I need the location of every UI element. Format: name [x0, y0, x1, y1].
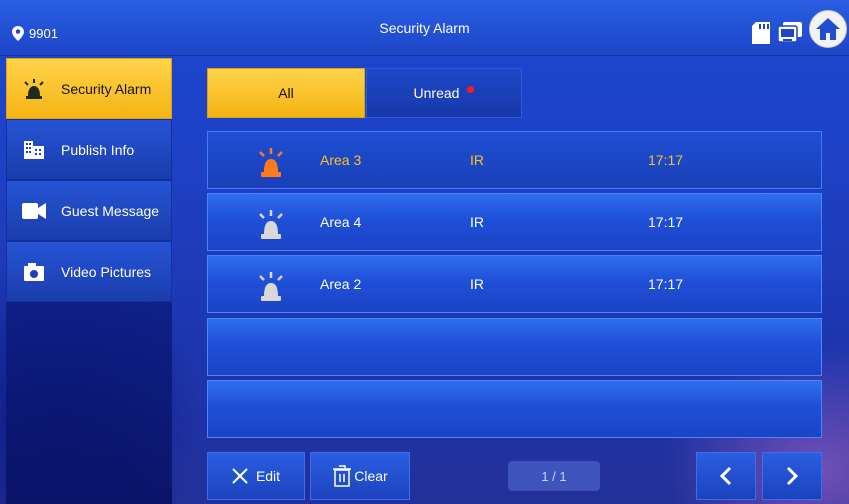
- sidebar: Security Alarm Publish Info Guest Messag…: [6, 58, 172, 302]
- alarm-type: IR: [470, 214, 484, 230]
- home-button[interactable]: [809, 10, 847, 48]
- sd-card-icon: [752, 22, 770, 44]
- empty-row: [207, 318, 822, 376]
- top-bar: 9901 Security Alarm: [0, 0, 849, 56]
- edit-button[interactable]: Edit: [207, 452, 305, 500]
- sidebar-item-video-pictures[interactable]: Video Pictures: [6, 241, 172, 302]
- tab-unread[interactable]: Unread: [366, 68, 522, 118]
- next-page-button[interactable]: [762, 452, 822, 500]
- alarm-row[interactable]: Area 2 IR 17:17: [207, 255, 822, 313]
- sidebar-item-label: Publish Info: [61, 141, 135, 158]
- alarm-row[interactable]: Area 3 IR 17:17: [207, 131, 822, 189]
- alarm-area: Area 3: [320, 152, 362, 168]
- sidebar-item-publish-info[interactable]: Publish Info: [6, 119, 172, 180]
- sidebar-item-label: Video Pictures: [61, 263, 152, 280]
- trash-icon: [333, 465, 352, 487]
- alarm-area: Area 4: [320, 214, 362, 230]
- chevron-right-icon: [786, 466, 799, 486]
- sidebar-empty-area: [6, 302, 172, 504]
- empty-row: [207, 380, 822, 438]
- close-icon: [232, 468, 248, 484]
- alarm-time: 17:17: [648, 276, 684, 292]
- alarm-row[interactable]: Area 4 IR 17:17: [207, 193, 822, 251]
- clear-label: Clear: [354, 468, 388, 484]
- alarm-light-icon: [21, 78, 47, 99]
- home-icon: [816, 18, 840, 40]
- sidebar-item-security-alarm[interactable]: Security Alarm: [6, 58, 172, 119]
- tab-unread-label: Unread: [413, 85, 460, 101]
- alarm-type: IR: [470, 152, 484, 168]
- alarm-light-icon: [259, 148, 283, 177]
- tab-all[interactable]: All: [207, 68, 365, 118]
- page-title: Security Alarm: [379, 20, 470, 36]
- camera-icon: [21, 262, 47, 282]
- alarm-light-icon: [259, 272, 283, 301]
- alarm-light-icon: [259, 210, 283, 239]
- alarm-time: 17:17: [648, 214, 684, 230]
- unread-dot-icon: [467, 85, 475, 93]
- previous-page-button[interactable]: [696, 452, 756, 500]
- alarm-time: 17:17: [648, 152, 684, 168]
- sidebar-item-label: Guest Message: [61, 202, 160, 219]
- alarm-type: IR: [470, 276, 484, 292]
- monitor-icon: [778, 22, 802, 43]
- building-icon: [21, 140, 47, 160]
- tab-all-label: All: [278, 85, 294, 101]
- video-camera-icon: [21, 201, 47, 221]
- alarm-area: Area 2: [320, 276, 362, 292]
- sidebar-item-label: Security Alarm: [61, 80, 152, 97]
- page-indicator: 1 / 1: [508, 461, 600, 491]
- edit-label: Edit: [255, 468, 281, 484]
- chevron-left-icon: [719, 466, 732, 486]
- sidebar-item-guest-message[interactable]: Guest Message: [6, 180, 172, 241]
- clear-button[interactable]: Clear: [310, 452, 410, 500]
